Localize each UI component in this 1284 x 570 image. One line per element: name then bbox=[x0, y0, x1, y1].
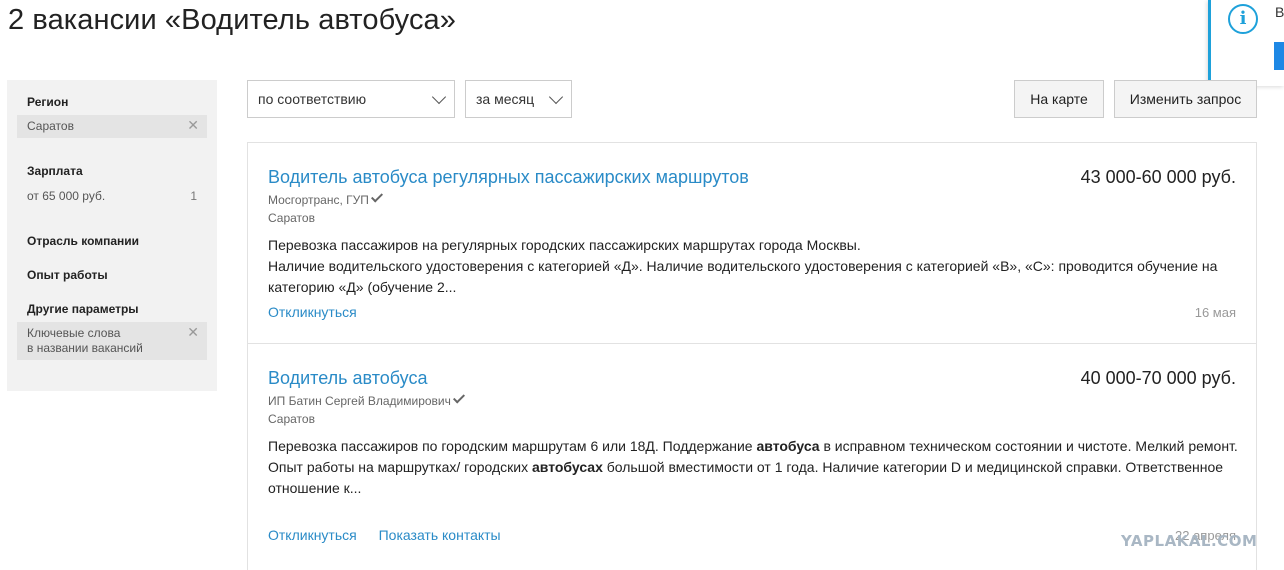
notification-popup[interactable]: i В bbox=[1208, 0, 1284, 86]
salary-option-label: от 65 000 руб. bbox=[27, 189, 106, 203]
vacancy-description-paragraph: Перевозка пассажиров по городским маршру… bbox=[268, 436, 1238, 457]
change-query-button[interactable]: Изменить запрос bbox=[1114, 80, 1257, 118]
chevron-down-icon bbox=[548, 89, 564, 105]
salary-option-count: 1 bbox=[190, 189, 197, 203]
vacancy-description-line: Перевозка пассажиров на регулярных город… bbox=[268, 237, 861, 253]
vacancy-title-link[interactable]: Водитель автобуса регулярных пассажирски… bbox=[268, 167, 749, 188]
notification-text: В bbox=[1275, 4, 1284, 20]
vacancy-salary: 43 000-60 000 руб. bbox=[1080, 167, 1236, 187]
filter-title-region: Регион bbox=[27, 95, 69, 109]
period-select-value: за месяц bbox=[476, 91, 535, 107]
vacancy-card: Водитель автобуса 40 000-70 000 руб. ИП … bbox=[248, 344, 1256, 570]
verified-check-icon bbox=[452, 391, 465, 404]
notification-button[interactable] bbox=[1274, 42, 1284, 70]
vacancy-description: Перевозка пассажиров по городским маршру… bbox=[268, 436, 1238, 499]
vacancy-company[interactable]: Мосгортранс, ГУП bbox=[268, 190, 383, 207]
region-chip-label: Саратов bbox=[27, 119, 74, 133]
vacancy-date: 16 мая bbox=[1194, 305, 1236, 320]
salary-option[interactable]: от 65 000 руб. 1 bbox=[27, 189, 197, 203]
vacancy-actions: Откликнуться Показать контакты bbox=[268, 527, 519, 543]
vacancy-description: Перевозка пассажиров на регулярных город… bbox=[268, 235, 1238, 298]
filter-title-industry[interactable]: Отрасль компании bbox=[27, 234, 139, 248]
map-button[interactable]: На карте bbox=[1014, 80, 1104, 118]
vacancy-description-line: Наличие водительского удостоверения с ка… bbox=[268, 258, 1218, 295]
filter-title-salary: Зарплата bbox=[27, 164, 83, 178]
respond-link[interactable]: Откликнуться bbox=[268, 304, 357, 320]
info-icon: i bbox=[1228, 4, 1258, 34]
respond-link[interactable]: Откликнуться bbox=[268, 527, 357, 543]
sort-select-value: по соответствию bbox=[258, 91, 367, 107]
vacancy-description-paragraph: Опыт работы на маршрутках/ городских авт… bbox=[268, 457, 1238, 499]
sort-select[interactable]: по соответствию bbox=[247, 80, 455, 118]
keywords-chip-line1: Ключевые слова bbox=[27, 326, 121, 340]
page-title: 2 вакансии «Водитель автобуса» bbox=[8, 4, 456, 36]
vacancy-salary: 40 000-70 000 руб. bbox=[1080, 368, 1236, 388]
chevron-down-icon bbox=[431, 89, 447, 105]
vacancy-company-name: Мосгортранс, ГУП bbox=[268, 193, 369, 207]
close-icon[interactable]: ✕ bbox=[187, 325, 199, 340]
vacancy-company[interactable]: ИП Батин Сергей Владимирович bbox=[268, 391, 465, 408]
close-icon[interactable]: ✕ bbox=[187, 118, 199, 133]
keywords-chip-line2: в названии вакансий bbox=[27, 341, 143, 355]
description-text: Опыт работы на маршрутках/ городских bbox=[268, 459, 532, 475]
verified-check-icon bbox=[370, 190, 383, 203]
vacancy-city: Саратов bbox=[268, 211, 315, 225]
description-text: в исправном техническом состоянии и чист… bbox=[819, 438, 1238, 454]
period-select[interactable]: за месяц bbox=[465, 80, 572, 118]
watermark-logo: YAPLAKAL.COM bbox=[1121, 532, 1258, 550]
keywords-chip[interactable]: Ключевые слова в названии вакансий ✕ bbox=[17, 322, 207, 360]
filter-title-experience[interactable]: Опыт работы bbox=[27, 268, 108, 282]
vacancy-company-name: ИП Батин Сергей Владимирович bbox=[268, 394, 451, 408]
region-chip[interactable]: Саратов ✕ bbox=[17, 115, 207, 138]
vacancy-list: Водитель автобуса регулярных пассажирски… bbox=[247, 142, 1257, 570]
vacancy-title-link[interactable]: Водитель автобуса bbox=[268, 368, 427, 389]
description-highlight: автобусах bbox=[532, 459, 603, 475]
description-highlight: автобуса bbox=[756, 438, 820, 454]
description-text: Перевозка пассажиров по городским маршру… bbox=[268, 438, 757, 454]
show-contacts-link[interactable]: Показать контакты bbox=[379, 527, 501, 543]
vacancy-card: Водитель автобуса регулярных пассажирски… bbox=[248, 143, 1256, 344]
vacancy-actions: Откликнуться bbox=[268, 304, 375, 320]
filter-title-other: Другие параметры bbox=[27, 302, 139, 316]
vacancy-city: Саратов bbox=[268, 412, 315, 426]
